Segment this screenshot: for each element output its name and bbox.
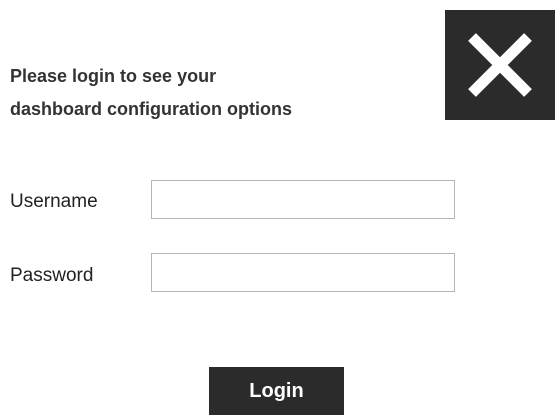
password-label: Password xyxy=(10,265,94,286)
username-input[interactable] xyxy=(151,180,455,219)
login-prompt-line-2: dashboard configuration options xyxy=(10,99,292,119)
close-button[interactable] xyxy=(445,10,555,120)
login-prompt-line-1: Please login to see your xyxy=(10,66,217,86)
username-label: Username xyxy=(10,191,98,212)
close-icon xyxy=(468,33,532,97)
password-input[interactable] xyxy=(151,253,455,292)
login-prompt: Please login to see your dashboard confi… xyxy=(10,60,410,126)
login-button[interactable]: Login xyxy=(209,367,344,415)
